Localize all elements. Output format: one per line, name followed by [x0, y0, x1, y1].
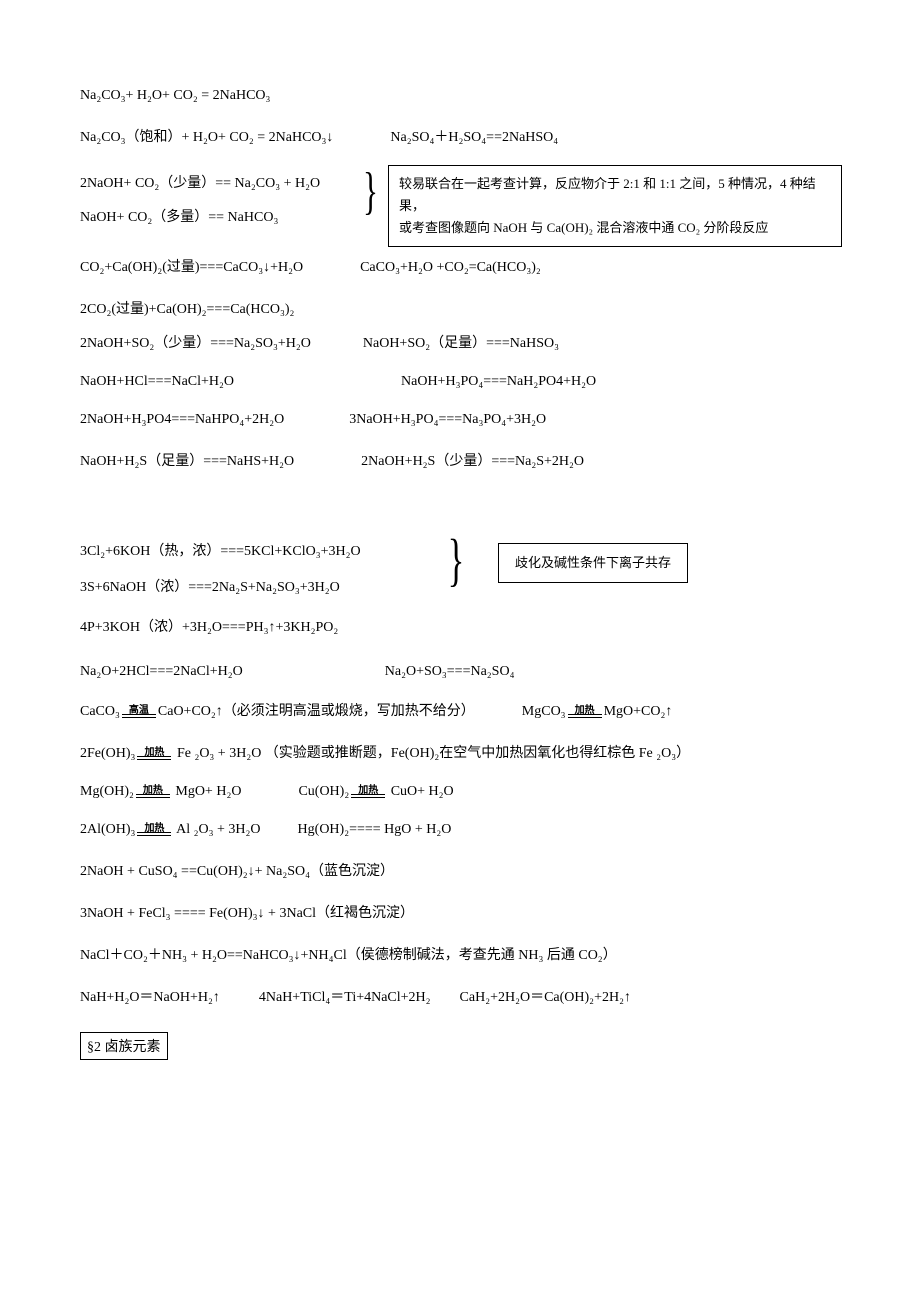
- reaction-condition: 高温: [120, 706, 158, 718]
- equation-left: MgCO₃: [522, 704, 566, 719]
- equation-line: 2Al(OH)₃加热 Al ₂O₃ + 3H₂O Hg(OH)₂==== HgO…: [80, 822, 845, 838]
- equation-line: Na₂CO₃+ H₂O+ CO₂ = 2NaHCO₃: [80, 88, 845, 104]
- annotation-box: 歧化及碱性条件下离子共存: [498, 543, 688, 583]
- reaction-condition: 加热: [135, 748, 173, 760]
- equation-text: Na₂CO₃（饱和）+ H₂O+ CO₂ = 2NaHCO₃↓: [80, 130, 333, 145]
- equation-line: Na₂CO₃（饱和）+ H₂O+ CO₂ = 2NaHCO₃↓ Na₂SO₄＋H…: [80, 126, 845, 146]
- equation-text: NaOH+HCl===NaCl+H₂O: [80, 374, 234, 389]
- brace-icon: }: [448, 534, 465, 586]
- equation-group: 2NaOH+ CO₂（少量）== Na₂CO₃ + H₂O NaOH+ CO₂（…: [80, 172, 845, 226]
- equation-line: Mg(OH)₂加热 MgO+ H₂O Cu(OH)₂加热 CuO+ H₂O: [80, 784, 845, 800]
- equation-line: 4P+3KOH（浓）+3H₂O===PH₃↑+3KH₂PO₂: [80, 616, 845, 636]
- equation-text: NaOH+H₂S（足量）===NaHS+H₂O: [80, 454, 294, 469]
- equation-text: 2NaOH+SO₂（少量）===Na₂SO₃+H₂O: [80, 336, 311, 351]
- section-heading: §2 卤族元素: [80, 1032, 845, 1060]
- equation-group: 3Cl₂+6KOH（热，浓）===5KCl+KClO₃+3H₂O 3S+6NaO…: [80, 540, 845, 596]
- reaction-condition: 加热: [135, 824, 173, 836]
- equation-line: Na₂O+2HCl===2NaCl+H₂O Na₂O+SO₃===Na₂SO₄: [80, 664, 845, 680]
- annotation-box: 较易联合在一起考查计算，反应物介于 2:1 和 1:1 之间，5 种情况，4 种…: [388, 165, 842, 247]
- equation-line: 2NaOH + CuSO₄ ==Cu(OH)₂↓+ Na₂SO₄（蓝色沉淀）: [80, 860, 845, 880]
- equation-right: CaO+CO₂↑（必须注明高温或煅烧，写加热不给分）: [158, 704, 475, 719]
- equation-line: CO₂+Ca(OH)₂(过量)===CaCO₃↓+H₂O CaCO₃+H₂O +…: [80, 256, 845, 276]
- equation-text: Na₂O+2HCl===2NaCl+H₂O: [80, 664, 243, 679]
- equation-line: 2CO₂(过量)+Ca(OH)₂===Ca(HCO₃)₂: [80, 298, 845, 318]
- equation-line: 2Fe(OH)₃加热 Fe ₂O₃ + 3H₂O （实验题或推断题，Fe(OH)…: [80, 742, 845, 762]
- equation-line: 2NaOH+SO₂（少量）===Na₂SO₃+H₂O NaOH+SO₂（足量）=…: [80, 332, 845, 352]
- equation-left: Mg(OH)₂: [80, 784, 134, 799]
- equation-line: 2NaOH+H₃PO4===NaHPO₄+2H₂O 3NaOH+H₃PO₄===…: [80, 412, 845, 428]
- equation-right: MgO+ H₂O: [172, 784, 242, 799]
- note-text: 或考查图像题向 NaOH 与 Ca(OH)₂ 混合溶液中通 CO₂ 分阶段反应: [399, 220, 768, 235]
- equation-right: Al ₂O₃ + 3H₂O: [173, 822, 260, 837]
- reaction-condition: 加热: [349, 786, 387, 798]
- equation-text: NaOH+H₃PO₄===NaH₂PO4+H₂O: [401, 374, 596, 389]
- equation-text: 3NaOH+H₃PO₄===Na₃PO₄+3H₂O: [349, 412, 546, 427]
- brace-icon: }: [363, 166, 378, 218]
- section-title-box: §2 卤族元素: [80, 1032, 168, 1060]
- equation-line: NaCl＋CO₂＋NH₃ + H₂O==NaHCO₃↓+NH₄Cl（侯德榜制碱法…: [80, 944, 845, 964]
- equation-text: Hg(OH)₂==== HgO + H₂O: [298, 822, 452, 837]
- equation-right: CuO+ H₂O: [387, 784, 453, 799]
- equation-text: 2NaOH+H₃PO4===NaHPO₄+2H₂O: [80, 412, 284, 427]
- equation-right: Fe ₂O₃ + 3H₂O （实验题或推断题，Fe(OH)₂在空气中加热因氧化也…: [173, 746, 690, 761]
- equation-line: NaOH+HCl===NaCl+H₂O NaOH+H₃PO₄===NaH₂PO4…: [80, 374, 845, 390]
- equation-text: NaH+H₂O＝NaOH+H₂↑: [80, 990, 220, 1005]
- reaction-condition: 加热: [134, 786, 172, 798]
- equation-text: Na₂O+SO₃===Na₂SO₄: [385, 664, 515, 679]
- note-text: 歧化及碱性条件下离子共存: [515, 555, 671, 570]
- equation-text: 4NaH+TiCl₄＝Ti+4NaCl+2H₂: [259, 990, 431, 1005]
- equation-left: Cu(OH)₂: [298, 784, 349, 799]
- equation-line: NaH+H₂O＝NaOH+H₂↑ 4NaH+TiCl₄＝Ti+4NaCl+2H₂…: [80, 986, 845, 1006]
- equation-line: CaCO₃高温CaO+CO₂↑（必须注明高温或煅烧，写加热不给分） MgCO₃加…: [80, 700, 845, 720]
- equation-left: 2Fe(OH)₃: [80, 746, 135, 761]
- equation-text: NaOH+SO₂（足量）===NaHSO₃: [363, 336, 559, 351]
- equation-right: MgO+CO₂↑: [604, 704, 673, 719]
- equation-text: CO₂+Ca(OH)₂(过量)===CaCO₃↓+H₂O: [80, 260, 303, 275]
- equation-text: CaH₂+2H₂O＝Ca(OH)₂+2H₂↑: [460, 990, 631, 1005]
- equation-line: 3NaOH + FeCl₃ ==== Fe(OH)₃↓ + 3NaCl（红褐色沉…: [80, 902, 845, 922]
- equation-left: 2Al(OH)₃: [80, 822, 135, 837]
- equation-text: Na₂SO₄＋H₂SO₄==2NaHSO₄: [390, 130, 558, 145]
- equation-left: CaCO₃: [80, 704, 120, 719]
- equation-line: NaOH+H₂S（足量）===NaHS+H₂O 2NaOH+H₂S（少量）===…: [80, 450, 845, 470]
- reaction-condition: 加热: [566, 706, 604, 718]
- document-page: Na₂CO₃+ H₂O+ CO₂ = 2NaHCO₃ Na₂CO₃（饱和）+ H…: [0, 0, 920, 1120]
- equation-text: CaCO₃+H₂O +CO₂=Ca(HCO₃)₂: [360, 260, 541, 275]
- equation-text: 2NaOH+H₂S（少量）===Na₂S+2H₂O: [361, 454, 584, 469]
- note-text: 较易联合在一起考查计算，反应物介于 2:1 和 1:1 之间，5 种情况，4 种…: [399, 176, 816, 213]
